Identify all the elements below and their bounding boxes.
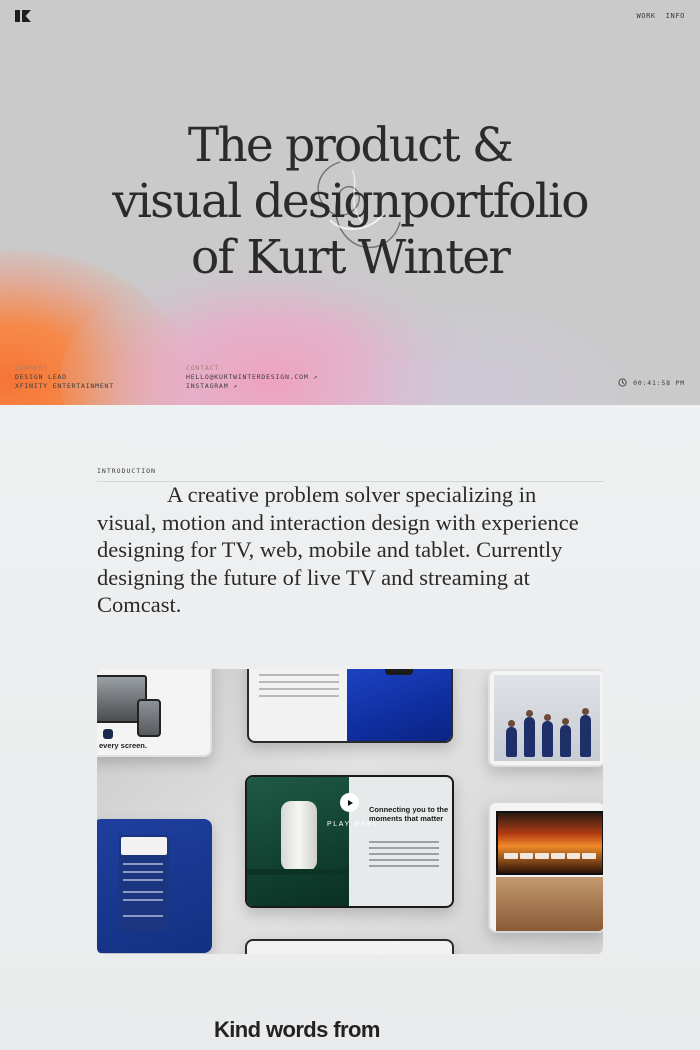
ampersand-scribble-icon xyxy=(317,161,401,249)
showcase-card-dashboard xyxy=(97,819,212,953)
current-company: XFINITY ENTERTAINMENT xyxy=(15,382,114,390)
showcase-caption: every screen. xyxy=(99,741,147,750)
showcase-image[interactable]: every screen. PLAY REEL Connecting you t… xyxy=(97,669,603,954)
team-photo xyxy=(494,675,600,761)
person xyxy=(580,708,591,757)
nav-link-info[interactable]: INFO xyxy=(666,12,685,20)
shelf xyxy=(247,869,349,875)
person xyxy=(524,710,535,757)
intro-text: A creative problem solver specializing i… xyxy=(97,482,579,617)
showcase-card-blue-product xyxy=(247,669,453,743)
showcase-card-bottom xyxy=(245,939,454,954)
top-nav: WORK INFO xyxy=(636,12,685,20)
current-role-block: CURRENT DESIGN LEAD XFINITY ENTERTAINMEN… xyxy=(15,364,114,391)
clock-time: 00:41:58 PM xyxy=(633,378,685,387)
instagram-link[interactable]: INSTAGRAM ↗ xyxy=(186,382,318,391)
dashboard-panel xyxy=(119,835,169,931)
intro-section: INTRODUCTION A creative problem solver s… xyxy=(0,405,700,1050)
person xyxy=(560,718,571,757)
device-shape xyxy=(385,669,413,675)
reel-body-lines xyxy=(369,841,439,871)
tv-app-row xyxy=(504,853,597,859)
reel-headline: Connecting you to the moments that matte… xyxy=(369,805,449,823)
showcase-card-team-photo xyxy=(488,669,603,767)
logo[interactable] xyxy=(15,10,31,22)
clock-icon xyxy=(618,378,627,387)
app-icon xyxy=(103,729,113,739)
logo-mark-arrow xyxy=(22,10,31,22)
blue-panel xyxy=(347,669,451,741)
nav-link-work[interactable]: WORK xyxy=(636,12,655,20)
person xyxy=(542,714,553,757)
current-label: CURRENT xyxy=(15,364,48,372)
person xyxy=(506,720,517,757)
text-lines xyxy=(259,669,339,702)
showcase-card-tv-room xyxy=(488,801,603,933)
contact-block: CONTACT HELLO@KURTWINTERDESIGN.COM ↗ INS… xyxy=(186,364,318,391)
showcase-card-reel: PLAY REEL Connecting you to the moments … xyxy=(245,775,454,908)
tv-screen xyxy=(496,811,603,875)
speaker-device xyxy=(281,801,317,871)
showcase-card-devices: every screen. xyxy=(97,669,212,757)
logo-mark-bar xyxy=(15,10,20,22)
intro-label: INTRODUCTION xyxy=(97,467,156,475)
dashboard-header xyxy=(121,837,167,855)
contact-label: CONTACT xyxy=(186,364,219,372)
device-photo-phone xyxy=(137,699,161,737)
local-time: 00:41:58 PM xyxy=(618,378,685,387)
play-icon[interactable] xyxy=(340,793,359,812)
testimonials-heading: Kind words from xyxy=(214,1017,380,1042)
living-room xyxy=(496,877,603,931)
email-link[interactable]: HELLO@KURTWINTERDESIGN.COM ↗ xyxy=(186,373,318,382)
hero-section: WORK INFO The product & visual designpor… xyxy=(0,0,700,405)
current-role: DESIGN LEAD xyxy=(15,373,67,381)
